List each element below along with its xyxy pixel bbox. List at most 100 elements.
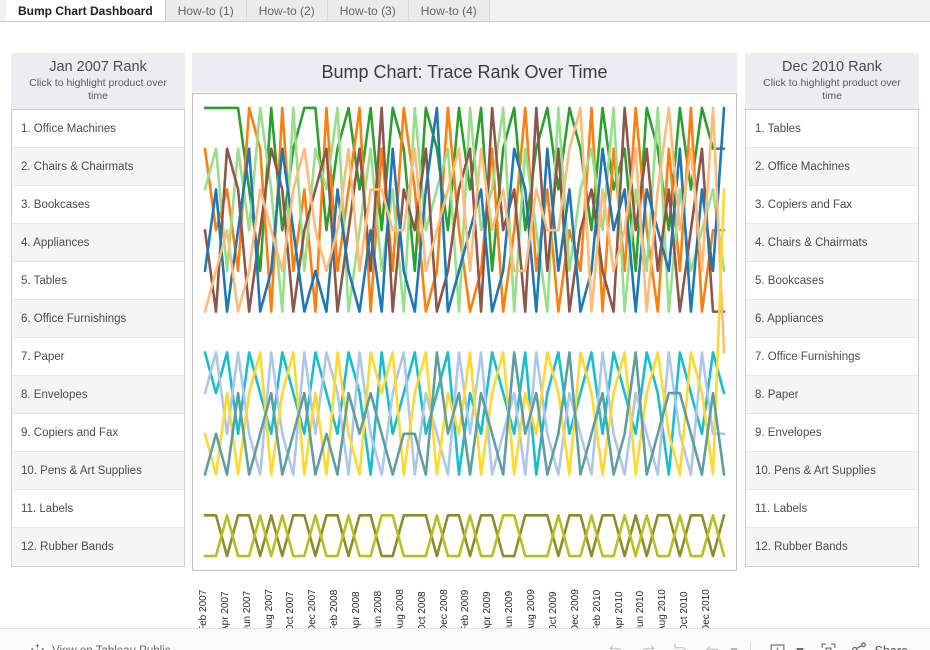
refresh-button[interactable]: [697, 637, 727, 650]
dec-2010-rank-item[interactable]: 6. Appliances: [746, 300, 918, 338]
dec-2010-rank-item[interactable]: 1. Tables: [746, 110, 918, 148]
x-axis-tick-label: Oct 2009: [547, 591, 559, 632]
dec-2010-rank-item-label: 2. Office Machines: [755, 160, 851, 173]
x-axis-tick-label: Oct 2007: [285, 591, 297, 632]
x-axis-tick-label: Apr 2008: [351, 591, 363, 632]
x-axis-tick-label: Jun 2007: [241, 590, 253, 632]
jan-2007-rank-item-label: 9. Copiers and Fax: [21, 426, 119, 439]
dec-2010-rank-item[interactable]: 4. Chairs & Chairmats: [746, 224, 918, 262]
x-axis-tick-label: Aug 2010: [657, 589, 669, 632]
dashboard-canvas: Jan 2007 Rank Click to highlight product…: [0, 22, 930, 650]
jan-2007-rank-item[interactable]: 6. Office Furnishings: [12, 300, 184, 338]
right-panel-title: Dec 2010 Rank: [782, 59, 882, 75]
jan-2007-rank-item[interactable]: 5. Tables: [12, 262, 184, 300]
jan-2007-rank-item[interactable]: 2. Chairs & Chairmats: [12, 148, 184, 186]
jan-2007-rank-item-label: 2. Chairs & Chairmats: [21, 160, 134, 173]
undo-button[interactable]: [601, 637, 631, 650]
dec-2010-rank-item-label: 11. Labels: [755, 502, 808, 515]
tab-bar-filler: [489, 0, 930, 21]
jan-2007-rank-item-label: 8. Envelopes: [21, 388, 88, 401]
jan-2007-rank-item[interactable]: 4. Appliances: [12, 224, 184, 262]
x-axis-tick-label: Apr 2007: [219, 591, 231, 632]
tab-label: How-to (1): [177, 3, 234, 18]
tab-bump-chart-dashboard[interactable]: Bump Chart Dashboard: [6, 0, 166, 21]
x-axis-tick-label: Dec 2008: [438, 589, 450, 632]
right-panel-header: Dec 2010 Rank Click to highlight product…: [745, 53, 919, 109]
dec-2010-rank-item-label: 12. Rubber Bands: [755, 541, 848, 553]
x-axis-tick-label: Oct 2010: [679, 591, 691, 632]
jan-2007-rank-item[interactable]: 1. Office Machines: [12, 110, 184, 148]
x-axis-tick-label: Apr 2010: [613, 591, 625, 632]
jan-2007-rank-item-label: 11. Labels: [21, 502, 74, 515]
tableau-footer-toolbar: View on Tableau Public: [0, 628, 930, 650]
left-panel-title: Jan 2007 Rank: [49, 59, 147, 75]
footer-tool-buttons: Share: [601, 637, 908, 650]
x-axis-tick-label: Jun 2008: [372, 590, 384, 632]
jan-2007-rank-item-label: 10. Pens & Art Supplies: [21, 464, 142, 477]
x-axis-tick-label: Dec 2010: [701, 589, 713, 632]
dec-2010-rank-item[interactable]: 7. Office Furnishings: [746, 338, 918, 376]
fullscreen-button[interactable]: [814, 637, 844, 650]
right-panel-subtitle: Click to highlight product over time: [763, 77, 901, 102]
dec-2010-rank-item[interactable]: 2. Office Machines: [746, 148, 918, 186]
jan-2007-rank-list: 1. Office Machines 2. Chairs & Chairmats 3…: [11, 109, 185, 567]
x-axis-tick-label: Dec 2009: [569, 589, 581, 632]
dec-2010-rank-item[interactable]: 11. Labels: [746, 490, 918, 528]
dec-2010-rank-item[interactable]: 9. Envelopes: [746, 414, 918, 452]
dec-2010-rank-item-label: 7. Office Furnishings: [755, 350, 861, 363]
tab-label: How-to (3): [339, 3, 396, 18]
dec-2010-rank-item[interactable]: 5. Bookcases: [746, 262, 918, 300]
dec-2010-rank-item-label: 9. Envelopes: [755, 426, 822, 439]
chart-title: Bump Chart: Trace Rank Over Time: [321, 62, 608, 82]
x-axis-tick-label: Jun 2009: [504, 590, 516, 632]
download-button[interactable]: [763, 637, 793, 650]
dec-2010-rank-item-label: 6. Appliances: [755, 312, 824, 325]
share-button[interactable]: Share: [850, 640, 908, 650]
tab-label: How-to (4): [420, 3, 477, 18]
view-on-tableau-public-link[interactable]: View on Tableau Public: [30, 643, 171, 650]
jan-2007-rank-item[interactable]: 11. Labels: [12, 490, 184, 528]
jan-2007-rank-item[interactable]: 9. Copiers and Fax: [12, 414, 184, 452]
jan-2007-rank-item[interactable]: 3. Bookcases: [12, 186, 184, 224]
jan-2007-rank-item-label: 5. Tables: [21, 274, 67, 287]
x-axis-tick-label: Feb 2010: [591, 589, 603, 632]
x-axis-tick-label: Dec 2007: [307, 589, 319, 632]
tab-how-to-2[interactable]: How-to (2): [246, 0, 328, 21]
jan-2007-rank-item[interactable]: 7. Paper: [12, 338, 184, 376]
dec-2010-rank-item-label: 1. Tables: [755, 122, 801, 135]
tableau-logo-icon: [30, 643, 45, 650]
bump-chart-panel: Bump Chart: Trace Rank Over Time: [192, 53, 737, 588]
jan-2007-rank-item[interactable]: 12. Rubber Bands: [12, 528, 184, 566]
share-label: Share: [875, 644, 908, 650]
jan-2007-rank-panel: Jan 2007 Rank Click to highlight product…: [11, 53, 185, 567]
dec-2010-rank-item[interactable]: 3. Copiers and Fax: [746, 186, 918, 224]
jan-2007-rank-item[interactable]: 10. Pens & Art Supplies: [12, 452, 184, 490]
revert-button[interactable]: [665, 637, 695, 650]
dec-2010-rank-item-label: 3. Copiers and Fax: [755, 198, 853, 211]
x-axis-tick-label: Feb 2007: [197, 589, 209, 632]
dec-2010-rank-item-label: 5. Bookcases: [755, 274, 825, 287]
jan-2007-rank-item-label: 1. Office Machines: [21, 122, 117, 135]
jan-2007-rank-item-label: 3. Bookcases: [21, 198, 91, 211]
dec-2010-rank-item-label: 8. Paper: [755, 388, 799, 401]
jan-2007-rank-item[interactable]: 8. Envelopes: [12, 376, 184, 414]
dec-2010-rank-list: 1. Tables 2. Office Machines 3. Copiers an…: [745, 109, 919, 567]
bump-line-pens-art-supplies[interactable]: [203, 351, 726, 476]
tab-label: Bump Chart Dashboard: [18, 3, 153, 18]
jan-2007-rank-item-label: 4. Appliances: [21, 236, 90, 249]
dec-2010-rank-item[interactable]: 10. Pens & Art Supplies: [746, 452, 918, 490]
tab-how-to-4[interactable]: How-to (4): [408, 0, 490, 21]
share-icon: [850, 640, 869, 650]
chart-plot-area[interactable]: [192, 93, 737, 571]
tableau-link-label: View on Tableau Public: [52, 645, 171, 650]
left-panel-subtitle: Click to highlight product over time: [29, 77, 167, 102]
tab-label: How-to (2): [258, 3, 315, 18]
tab-how-to-1[interactable]: How-to (1): [165, 0, 247, 21]
tab-how-to-3[interactable]: How-to (3): [327, 0, 409, 21]
dec-2010-rank-item[interactable]: 8. Paper: [746, 376, 918, 414]
dec-2010-rank-item[interactable]: 12. Rubber Bands: [746, 528, 918, 566]
x-axis-tick-label: Feb 2009: [460, 589, 472, 632]
bump-chart-svg[interactable]: [193, 94, 736, 570]
dashboard-tab-bar: Bump Chart Dashboard How-to (1) How-to (…: [0, 0, 930, 22]
redo-button[interactable]: [633, 637, 663, 650]
